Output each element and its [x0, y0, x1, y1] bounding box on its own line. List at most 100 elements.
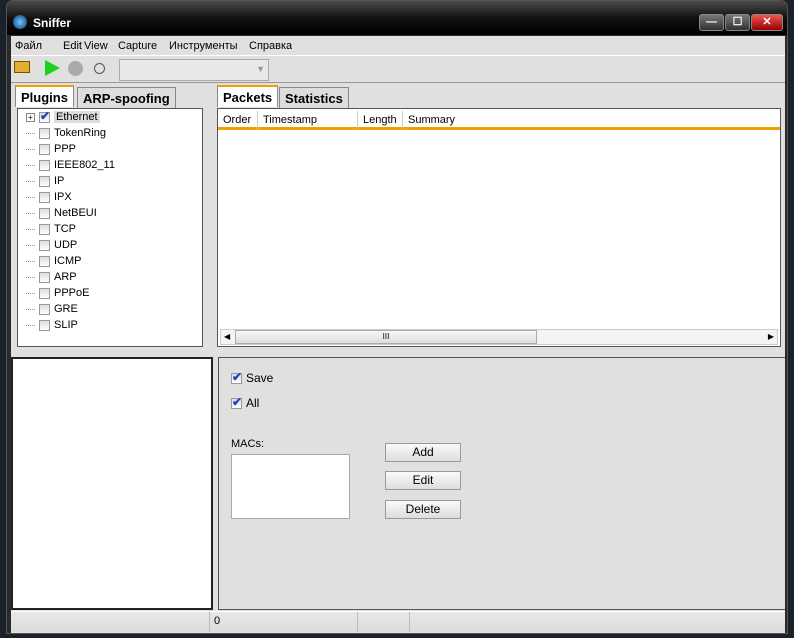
checkbox-icon: [231, 370, 242, 385]
tree-line: [26, 164, 35, 166]
scroll-thumb[interactable]: III: [235, 330, 537, 344]
menu-file[interactable]: Файл: [15, 40, 42, 52]
menu-tools[interactable]: Инструменты: [169, 40, 238, 52]
plugins-tree: + Ethernet TokenRing PPP IEEE802_11 IP IPX NetB…: [17, 108, 203, 347]
plugin-item[interactable]: NetBEUI: [26, 207, 97, 223]
tree-line: [26, 196, 35, 198]
delete-button[interactable]: Delete: [385, 500, 461, 519]
plugin-label: IEEE802_11: [54, 159, 115, 171]
plugin-checkbox[interactable]: [39, 287, 50, 299]
tree-line: [26, 276, 35, 278]
save-label: Save: [246, 371, 274, 385]
menu-bar: Файл Edit View Capture Инструменты Справ…: [11, 36, 785, 54]
close-button[interactable]: ✕: [751, 14, 783, 31]
plugin-checkbox[interactable]: [39, 255, 50, 267]
plugin-label: PPPoE: [54, 287, 90, 299]
plugin-item[interactable]: IPX: [26, 191, 72, 207]
tab-plugins[interactable]: Plugins: [15, 85, 74, 107]
plugin-checkbox[interactable]: [39, 127, 50, 139]
packets-header: Order Timestamp Length Summary: [218, 111, 780, 130]
plugin-label: IPX: [54, 191, 72, 203]
scroll-right-icon[interactable]: ▶: [768, 332, 774, 341]
horizontal-scrollbar[interactable]: ◀ III ▶: [220, 329, 778, 345]
plugin-label: SLIP: [54, 319, 78, 331]
plugin-checkbox[interactable]: [39, 319, 50, 331]
column-length[interactable]: Length: [358, 111, 403, 129]
interface-select[interactable]: ▼: [119, 59, 269, 81]
menu-view[interactable]: View: [84, 40, 108, 52]
plugin-item[interactable]: TokenRing: [26, 127, 106, 143]
plugin-item[interactable]: ICMP: [26, 255, 82, 271]
tab-statistics[interactable]: Statistics: [279, 87, 349, 108]
plugin-item[interactable]: IEEE802_11: [26, 159, 115, 175]
column-summary[interactable]: Summary: [403, 111, 780, 129]
plugin-label: ICMP: [54, 255, 82, 267]
record-icon[interactable]: [94, 63, 105, 74]
menu-capture[interactable]: Capture: [118, 40, 157, 52]
plugin-item[interactable]: SLIP: [26, 319, 78, 335]
tree-line: [26, 180, 35, 182]
scroll-left-icon[interactable]: ◀: [224, 332, 230, 341]
tab-packets[interactable]: Packets: [217, 85, 279, 107]
app-window: Sniffer — ☐ ✕ Файл Edit View Capture Инс…: [6, 0, 788, 634]
plugin-item[interactable]: UDP: [26, 239, 77, 255]
plugin-checkbox[interactable]: [39, 239, 50, 251]
plugin-item[interactable]: + Ethernet: [26, 109, 100, 127]
open-folder-icon[interactable]: [14, 61, 30, 73]
edit-button[interactable]: Edit: [385, 471, 461, 490]
add-button[interactable]: Add: [385, 443, 461, 462]
plugin-checkbox[interactable]: [39, 175, 50, 187]
tree-line: [26, 244, 35, 246]
plugin-item[interactable]: GRE: [26, 303, 78, 319]
plugin-label: NetBEUI: [54, 207, 97, 219]
plugin-checkbox[interactable]: [39, 109, 50, 123]
tree-line: [26, 260, 35, 262]
client-area: Файл Edit View Capture Инструменты Справ…: [11, 36, 785, 633]
maximize-button[interactable]: ☐: [725, 14, 750, 31]
plugin-item[interactable]: PPP: [26, 143, 76, 159]
all-checkbox[interactable]: All: [231, 395, 259, 410]
plugin-checkbox[interactable]: [39, 191, 50, 203]
plugin-label: PPP: [54, 143, 77, 155]
play-icon[interactable]: [45, 60, 60, 76]
plugin-item[interactable]: ARP: [26, 271, 77, 287]
plugin-checkbox[interactable]: [39, 143, 50, 155]
title-bar[interactable]: Sniffer — ☐ ✕: [7, 1, 787, 35]
minimize-button[interactable]: —: [699, 14, 724, 31]
plugin-label: UDP: [54, 239, 78, 251]
arp-options-panel: Save All MACs: Add Edit Delete: [218, 357, 785, 610]
expand-icon[interactable]: +: [26, 112, 35, 122]
plugin-label: TokenRing: [54, 127, 106, 139]
plugin-checkbox[interactable]: [39, 207, 50, 219]
column-order[interactable]: Order: [218, 111, 258, 129]
plugin-checkbox[interactable]: [39, 303, 50, 315]
app-icon: [13, 15, 27, 29]
details-pane: [11, 357, 213, 610]
tree-line: [26, 132, 35, 134]
status-cell: [409, 612, 785, 632]
toolbar: ▼: [11, 55, 785, 83]
column-timestamp[interactable]: Timestamp: [258, 111, 358, 129]
checkbox-icon: [231, 395, 242, 410]
plugin-item[interactable]: IP: [26, 175, 64, 191]
tree-line: [26, 308, 35, 310]
tree-line: [26, 228, 35, 230]
macs-list[interactable]: [231, 454, 350, 519]
plugin-checkbox[interactable]: [39, 271, 50, 283]
menu-help[interactable]: Справка: [249, 40, 292, 52]
plugin-item[interactable]: PPPoE: [26, 287, 89, 303]
status-cell: [357, 612, 409, 632]
stop-icon[interactable]: [68, 61, 83, 76]
tab-arp-spoofing[interactable]: ARP-spoofing: [77, 87, 176, 108]
chevron-down-icon: ▼: [256, 64, 265, 74]
macs-label: MACs:: [231, 438, 264, 450]
save-checkbox[interactable]: Save: [231, 370, 274, 385]
plugin-item[interactable]: TCP: [26, 223, 76, 239]
plugin-checkbox[interactable]: [39, 223, 50, 235]
menu-edit[interactable]: Edit: [63, 40, 82, 52]
plugin-checkbox[interactable]: [39, 159, 50, 171]
window-title: Sniffer: [33, 16, 72, 30]
packets-list: Order Timestamp Length Summary ◀ III ▶: [217, 108, 781, 347]
tree-line: [26, 212, 35, 214]
tree-line: [26, 148, 35, 150]
